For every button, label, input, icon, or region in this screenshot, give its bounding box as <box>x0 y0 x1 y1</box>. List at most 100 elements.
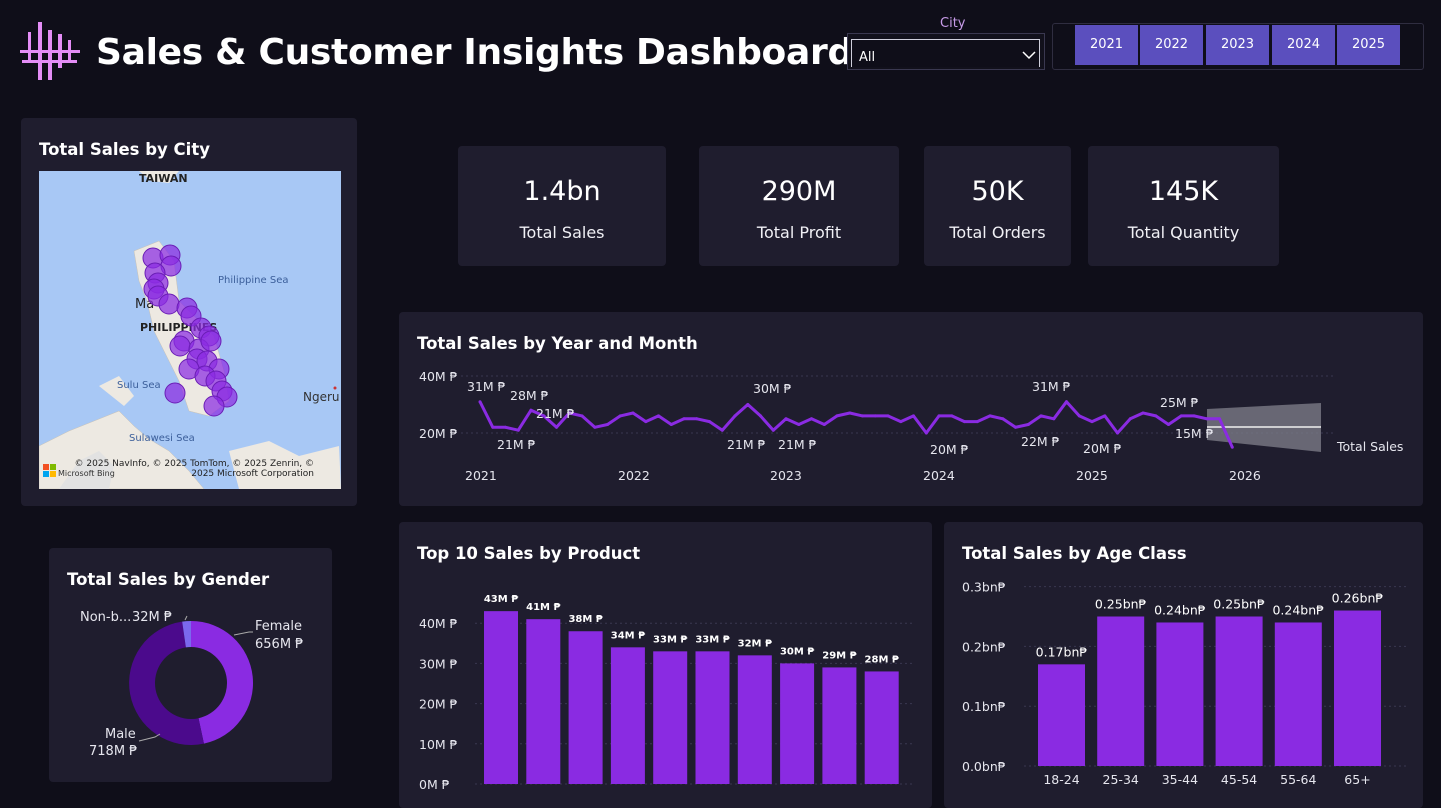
line-point <box>606 423 609 426</box>
product-bar[interactable] <box>737 655 772 784</box>
product-bar[interactable] <box>653 651 688 784</box>
line-point <box>1001 417 1005 421</box>
line-point <box>491 425 495 429</box>
chevron-down-icon <box>1022 51 1036 60</box>
bars-logo-icon <box>20 22 80 80</box>
bar-value-label: 38M ₱ <box>568 614 602 625</box>
year-button-2021[interactable]: 2021 <box>1075 25 1138 65</box>
line-point <box>924 431 928 435</box>
product-bar[interactable] <box>780 663 815 784</box>
line-point <box>682 417 686 421</box>
age-bar-25-34[interactable] <box>1097 616 1145 767</box>
product-bar[interactable] <box>864 671 899 784</box>
page-title: Sales & Customer Insights Dashboard <box>96 32 853 73</box>
kpi-label: Total Profit <box>756 223 842 242</box>
microsoft-bing-logo <box>43 464 56 477</box>
line-point <box>848 411 852 415</box>
data-label: 30M ₱ <box>753 381 792 396</box>
y-tick-label: 30M ₱ <box>419 656 458 671</box>
line-point <box>720 428 724 432</box>
product-bar-chart[interactable]: 40M ₱ 30M ₱ 20M ₱ 10M ₱ 0M ₱ 43M ₱ 41M ₱ 38M ₱ 3… <box>399 522 932 808</box>
x-tick-label: 2023 <box>770 468 802 483</box>
kpi-total-sales: 1.4bn Total Sales <box>458 146 666 266</box>
product-bar[interactable] <box>568 631 603 784</box>
line-point <box>746 403 750 406</box>
year-button-2022[interactable]: 2022 <box>1140 25 1203 65</box>
sales-line-chart[interactable]: 40M ₱ 20M ₱ 2021 2022 2023 2024 2025 202… <box>399 312 1423 506</box>
gender-slice-female[interactable] <box>191 621 254 744</box>
x-tick-label: 18-24 <box>1043 772 1079 787</box>
kpi-label: Total Sales <box>519 223 605 242</box>
line-point <box>975 420 979 424</box>
bar-value-label: 0.24bn₱ <box>1154 602 1206 617</box>
bar-value-label: 33M ₱ <box>695 634 729 645</box>
line-point <box>478 400 482 404</box>
bar-value-label: 0.17bn₱ <box>1036 644 1088 659</box>
map-attribution: © 2025 NavInfo, © 2025 TomTom, © 2025 Ze… <box>74 459 314 479</box>
line-point <box>988 414 992 418</box>
data-label: 21M ₱ <box>727 437 766 452</box>
year-button-2025[interactable]: 2025 <box>1337 25 1400 65</box>
gender-label-nonbinary: Non-b... <box>80 610 131 625</box>
city-dropdown[interactable]: All <box>847 33 1045 70</box>
age-bar-55-64[interactable] <box>1274 622 1322 766</box>
line-point <box>950 414 954 418</box>
age-bar-chart[interactable]: 0.3bn₱ 0.2bn₱ 0.1bn₱ 0.0bn₱ 0.17bn₱ 18-24 0.25… <box>944 522 1423 808</box>
line-point <box>593 425 597 429</box>
gender-value-nonbinary: 32M ₱ <box>132 610 172 625</box>
x-tick-label: 55-64 <box>1280 772 1316 787</box>
year-button-2024[interactable]: 2024 <box>1272 25 1335 65</box>
line-point <box>580 414 584 418</box>
y-tick-label: 0.3bn₱ <box>962 580 1006 595</box>
data-label: 20M ₱ <box>1083 441 1122 456</box>
year-button-2023[interactable]: 2023 <box>1206 25 1269 65</box>
age-bar-45-54[interactable] <box>1215 616 1263 767</box>
dashboard-logo <box>20 20 80 82</box>
kpi-label: Total Quantity <box>1127 223 1240 242</box>
product-bar[interactable] <box>695 651 730 784</box>
line-point <box>1154 414 1158 418</box>
product-bar[interactable] <box>484 611 518 784</box>
line-point <box>1128 417 1132 421</box>
bar-value-label: 32M ₱ <box>738 638 772 649</box>
bar-value-label: 28M ₱ <box>865 654 899 665</box>
bar-value-label: 43M ₱ <box>484 594 518 605</box>
map-title: Total Sales by City <box>39 140 210 159</box>
product-bar[interactable] <box>822 667 857 784</box>
city-dropdown-value: All <box>859 50 876 65</box>
bar-value-label: 29M ₱ <box>822 650 856 661</box>
year-slicer: 2021 2022 2023 2024 2025 <box>1052 0 1424 70</box>
bar-value-label: 30M ₱ <box>780 646 814 657</box>
x-tick-label: 35-44 <box>1162 772 1198 787</box>
line-point <box>669 423 673 426</box>
line-point <box>886 414 890 418</box>
x-tick-label: 2022 <box>618 468 650 483</box>
line-point <box>1205 417 1209 421</box>
data-label: 31M ₱ <box>467 379 506 394</box>
kpi-value: 145K <box>1148 176 1219 207</box>
gender-card: Total Sales by Gender Female 656M ₱ Male… <box>49 548 332 782</box>
city-map[interactable]: TAIWAN Philippine Sea Ma PHILIPPINES Sul… <box>39 171 341 489</box>
line-point <box>1167 423 1170 426</box>
line-point <box>657 414 660 418</box>
product-bar[interactable] <box>526 619 561 784</box>
line-point <box>1230 445 1234 449</box>
city-bubbles[interactable] <box>39 171 341 489</box>
kpi-value: 50K <box>971 176 1024 207</box>
gender-donut-chart[interactable]: Female 656M ₱ Male 718M ₱ Non-b... 32M ₱ <box>49 548 332 782</box>
gender-value-male: 718M ₱ <box>89 744 137 759</box>
age-bar-65+[interactable] <box>1334 610 1381 766</box>
line-point <box>822 423 826 426</box>
line-point <box>631 411 635 415</box>
age-bar-18-24[interactable] <box>1038 664 1085 766</box>
line-point <box>708 420 711 424</box>
y-tick-label: 0.1bn₱ <box>962 699 1006 714</box>
age-bar-35-44[interactable] <box>1156 622 1204 766</box>
map-card: Total Sales by City TAIWAN Philippine Se… <box>21 118 357 506</box>
line-point <box>810 417 813 421</box>
line-point <box>937 414 941 418</box>
line-point <box>1179 414 1183 418</box>
line-point <box>1026 423 1030 426</box>
product-bar[interactable] <box>610 647 645 784</box>
line-chart-card: Total Sales by Year and Month 40M ₱ 20M … <box>399 312 1423 506</box>
